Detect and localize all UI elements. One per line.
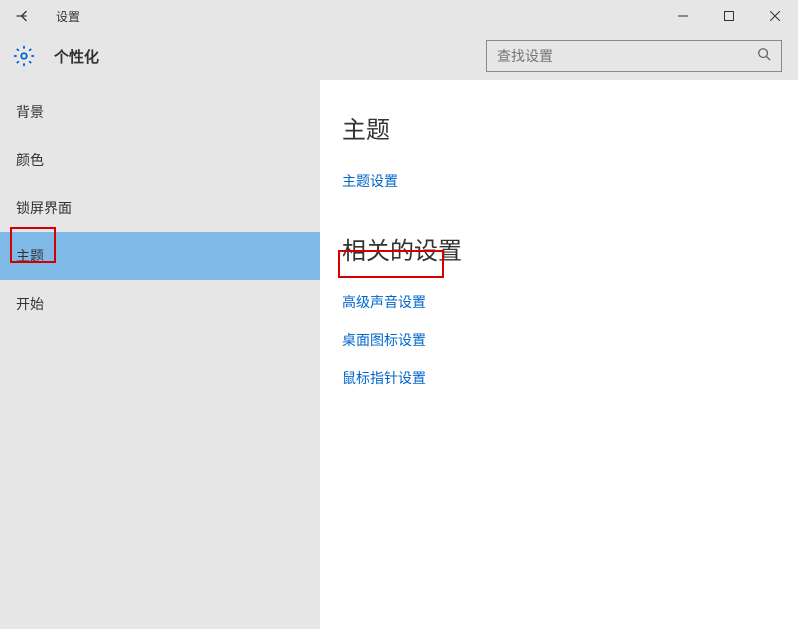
category-title: 个性化 bbox=[54, 46, 99, 67]
body: 背景 颜色 锁屏界面 主题 开始 主题 主题设置 相关的设置 高级声音设置 桌面… bbox=[0, 80, 798, 629]
link-theme-settings[interactable]: 主题设置 bbox=[342, 165, 398, 197]
search-input[interactable] bbox=[497, 48, 757, 64]
title-bar: 设置 bbox=[0, 0, 798, 32]
back-button[interactable] bbox=[0, 0, 48, 32]
search-icon[interactable] bbox=[757, 47, 771, 66]
close-icon bbox=[770, 11, 780, 21]
maximize-icon bbox=[724, 11, 734, 21]
close-button[interactable] bbox=[752, 0, 798, 32]
maximize-button[interactable] bbox=[706, 0, 752, 32]
sidebar-item-label: 颜色 bbox=[16, 150, 44, 170]
minimize-icon bbox=[678, 11, 688, 21]
link-advanced-sound[interactable]: 高级声音设置 bbox=[342, 286, 426, 318]
section-themes: 主题 主题设置 bbox=[342, 110, 798, 203]
sidebar-item-label: 主题 bbox=[16, 246, 44, 266]
link-mouse-pointer[interactable]: 鼠标指针设置 bbox=[342, 362, 426, 394]
section-title-related: 相关的设置 bbox=[342, 231, 798, 266]
sidebar-item-background[interactable]: 背景 bbox=[0, 88, 320, 136]
window-title: 设置 bbox=[56, 8, 80, 25]
sidebar-item-label: 开始 bbox=[16, 294, 44, 314]
header: 个性化 bbox=[0, 32, 798, 80]
section-related: 相关的设置 高级声音设置 桌面图标设置 鼠标指针设置 bbox=[342, 231, 798, 400]
sidebar-item-lockscreen[interactable]: 锁屏界面 bbox=[0, 184, 320, 232]
sidebar: 背景 颜色 锁屏界面 主题 开始 bbox=[0, 80, 320, 629]
gear-icon bbox=[12, 44, 36, 68]
search-box[interactable] bbox=[486, 40, 782, 72]
sidebar-item-label: 锁屏界面 bbox=[16, 198, 72, 218]
section-title-themes: 主题 bbox=[342, 110, 798, 145]
sidebar-item-themes[interactable]: 主题 bbox=[0, 232, 320, 280]
arrow-left-icon bbox=[14, 6, 34, 26]
sidebar-item-colors[interactable]: 颜色 bbox=[0, 136, 320, 184]
window-controls bbox=[660, 0, 798, 32]
minimize-button[interactable] bbox=[660, 0, 706, 32]
link-desktop-icon[interactable]: 桌面图标设置 bbox=[342, 324, 426, 356]
sidebar-item-start[interactable]: 开始 bbox=[0, 280, 320, 328]
content-pane: 主题 主题设置 相关的设置 高级声音设置 桌面图标设置 鼠标指针设置 bbox=[320, 80, 798, 629]
sidebar-item-label: 背景 bbox=[16, 102, 44, 122]
